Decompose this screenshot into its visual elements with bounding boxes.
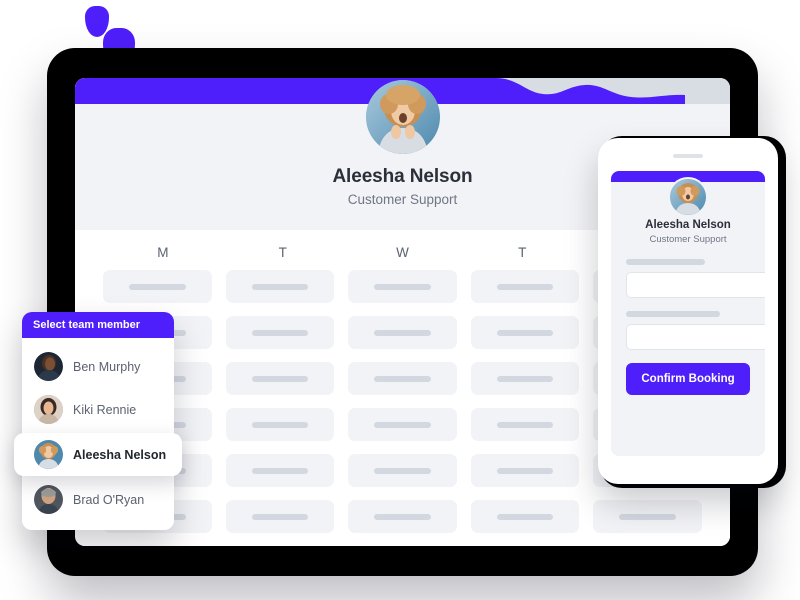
calendar-slot[interactable] [225, 454, 335, 487]
calendar-day-header: W [396, 245, 409, 260]
field-one-input[interactable] [626, 272, 765, 298]
calendar-slot[interactable] [470, 408, 580, 441]
calendar-slot-placeholder [374, 283, 431, 290]
list-item-label: Aleesha Nelson [73, 447, 167, 462]
list-item-label: Brad O'Ryan [73, 492, 145, 507]
avatar-aleesha-nelson [34, 440, 63, 469]
calendar-slot[interactable] [348, 270, 457, 303]
phone-app-screen: Aleesha Nelson Customer Support Confirm … [611, 171, 765, 456]
calendar-slot[interactable] [225, 270, 335, 303]
calendar-slot[interactable] [225, 316, 335, 349]
calendar-slot[interactable] [348, 454, 457, 487]
calendar-slot-placeholder [496, 283, 554, 290]
calendar-slot[interactable] [225, 500, 335, 533]
calendar-slot-placeholder [496, 513, 554, 520]
team-member-dropdown: Select team member Ben Murphy Kiki Rennie… [14, 312, 182, 530]
calendar-slot[interactable] [348, 408, 457, 441]
calendar-slot-placeholder [251, 513, 309, 520]
calendar-slot[interactable] [348, 362, 457, 395]
calendar-slot-placeholder [496, 421, 554, 428]
calendar-slot[interactable] [470, 454, 580, 487]
calendar-day-header: T [278, 245, 287, 260]
phone-profile-name: Aleesha Nelson [645, 219, 731, 231]
list-item-label: Ben Murphy [73, 359, 141, 374]
list-item[interactable]: Kiki Rennie [22, 388, 174, 431]
calendar-slot[interactable] [470, 362, 580, 395]
calendar-slot[interactable] [593, 500, 702, 533]
calendar-slot-placeholder [496, 375, 554, 382]
phone-device: Aleesha Nelson Customer Support Confirm … [598, 138, 778, 484]
avatar-brad-oryan [34, 485, 63, 514]
calendar-slot-placeholder [374, 421, 431, 428]
calendar-slot-placeholder [619, 513, 676, 520]
confirm-booking-button[interactable]: Confirm Booking [626, 363, 750, 395]
calendar-slot-placeholder [251, 329, 309, 336]
list-item-label: Kiki Rennie [73, 402, 137, 417]
calendar-slot-placeholder [496, 467, 554, 474]
calendar-slot[interactable] [225, 408, 335, 441]
list-item[interactable]: Aleesha Nelson [14, 433, 182, 476]
list-item[interactable]: Ben Murphy [22, 345, 174, 388]
calendar-row [103, 500, 702, 533]
calendar-slot[interactable] [470, 270, 580, 303]
calendar-day-header: T [518, 245, 527, 260]
avatar [668, 177, 708, 217]
calendar-slot[interactable] [470, 316, 580, 349]
list-item[interactable]: Brad O'Ryan [22, 478, 174, 521]
calendar-slot-placeholder [251, 375, 309, 382]
dropdown-title: Select team member [22, 312, 174, 338]
calendar-slot-placeholder [129, 283, 186, 290]
phone-profile-role: Customer Support [649, 234, 727, 245]
calendar-slot[interactable] [348, 500, 457, 533]
calendar-slot[interactable] [103, 270, 212, 303]
speaker-bar-icon [673, 154, 703, 158]
calendar-slot-placeholder [374, 329, 431, 336]
booking-form: Confirm Booking [626, 259, 765, 395]
calendar-slot[interactable] [348, 316, 457, 349]
avatar-kiki-rennie [34, 395, 63, 424]
field-one-label-skeleton [626, 259, 706, 265]
field-two-label-skeleton [626, 311, 721, 317]
calendar-slot[interactable] [470, 500, 580, 533]
field-two-input[interactable] [626, 324, 765, 350]
calendar-slot-placeholder [374, 375, 431, 382]
avatar [365, 80, 440, 154]
calendar-slot-placeholder [251, 421, 309, 428]
team-member-list: Ben Murphy Kiki Rennie Aleesha Nelson Brad … [14, 338, 182, 530]
calendar-slot-placeholder [496, 329, 554, 336]
calendar-slot-placeholder [251, 467, 309, 474]
calendar-day-header: M [157, 245, 169, 260]
calendar-slot-placeholder [374, 513, 431, 520]
calendar-slot-placeholder [374, 467, 431, 474]
scene-root: Aleesha Nelson Customer Support MTWTF [0, 0, 800, 600]
avatar-ben-murphy [34, 352, 63, 381]
calendar-slot[interactable] [225, 362, 335, 395]
calendar-slot-placeholder [251, 283, 309, 290]
